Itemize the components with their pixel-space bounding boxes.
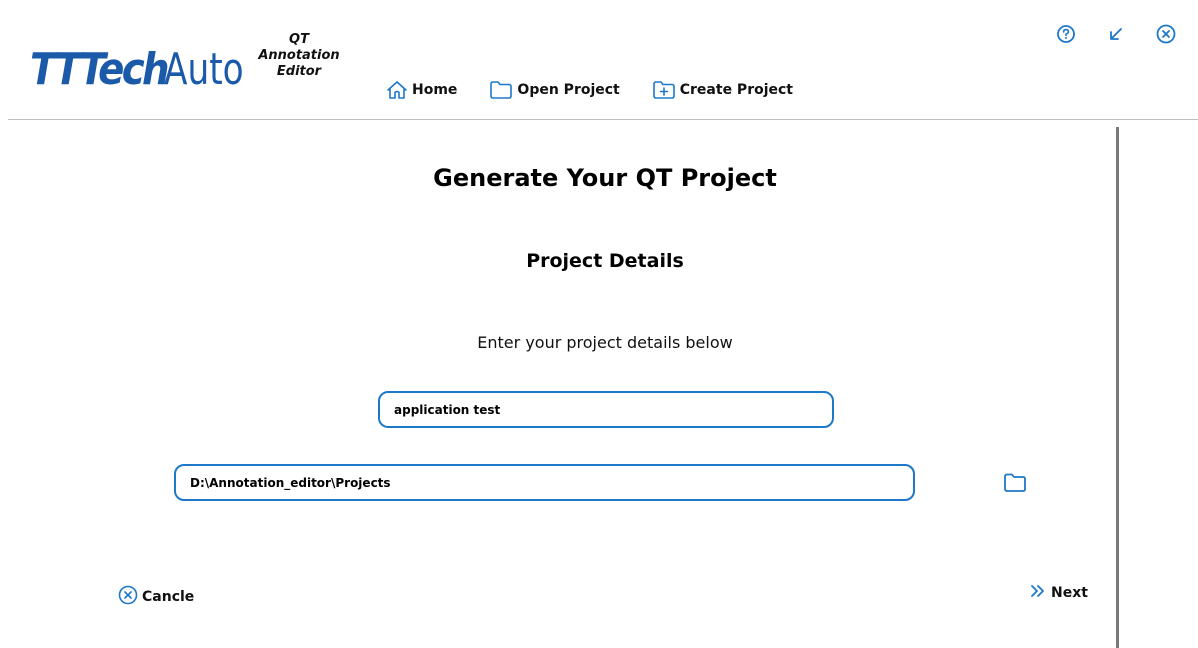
cancel-circle-icon	[117, 584, 139, 610]
top-nav: Home Open Project Create Project	[386, 80, 825, 100]
cancel-button[interactable]: Cancle	[117, 584, 194, 610]
minimize-icon[interactable]	[1104, 22, 1128, 46]
header-divider	[8, 119, 1198, 120]
scrollbar[interactable]	[1116, 127, 1119, 648]
project-name-input[interactable]: application test	[378, 391, 834, 428]
nav-home-label: Home	[412, 82, 458, 98]
close-icon[interactable]	[1154, 22, 1178, 46]
app-name-line1: QT	[289, 32, 309, 47]
app-name-line3: Editor	[276, 64, 322, 79]
home-icon	[386, 80, 408, 100]
section-title: Project Details	[526, 250, 684, 272]
nav-create-project-label: Create Project	[679, 82, 794, 98]
nav-open-project[interactable]: Open Project	[489, 80, 620, 100]
nav-home[interactable]: Home	[386, 80, 457, 100]
brand-logo: TTTech Auto	[30, 32, 266, 92]
app-name-line2: Annotation	[258, 48, 340, 63]
next-button[interactable]: Next	[1030, 584, 1088, 602]
folder-add-icon	[652, 80, 676, 100]
logo-tech: Tech	[79, 44, 169, 95]
logo-tt-text: TTTech	[30, 48, 170, 92]
app-name: QT Annotation Editor	[254, 32, 344, 80]
instruction-text: Enter your project details below	[477, 333, 733, 352]
double-chevron-right-icon	[1030, 584, 1046, 602]
window-controls	[1054, 22, 1178, 46]
logo-tt: TT	[30, 44, 82, 95]
cancel-label: Cancle	[142, 589, 195, 605]
browse-folder-icon[interactable]	[1003, 472, 1027, 494]
nav-create-project[interactable]: Create Project	[652, 80, 793, 100]
nav-open-project-label: Open Project	[517, 82, 620, 98]
project-path-input[interactable]: D:\Annotation_editor\Projects	[174, 464, 915, 501]
next-label: Next	[1051, 585, 1088, 601]
help-icon[interactable]	[1054, 22, 1078, 46]
folder-icon	[489, 80, 513, 100]
page-title: Generate Your QT Project	[433, 164, 777, 192]
logo-auto: Auto	[163, 44, 244, 95]
